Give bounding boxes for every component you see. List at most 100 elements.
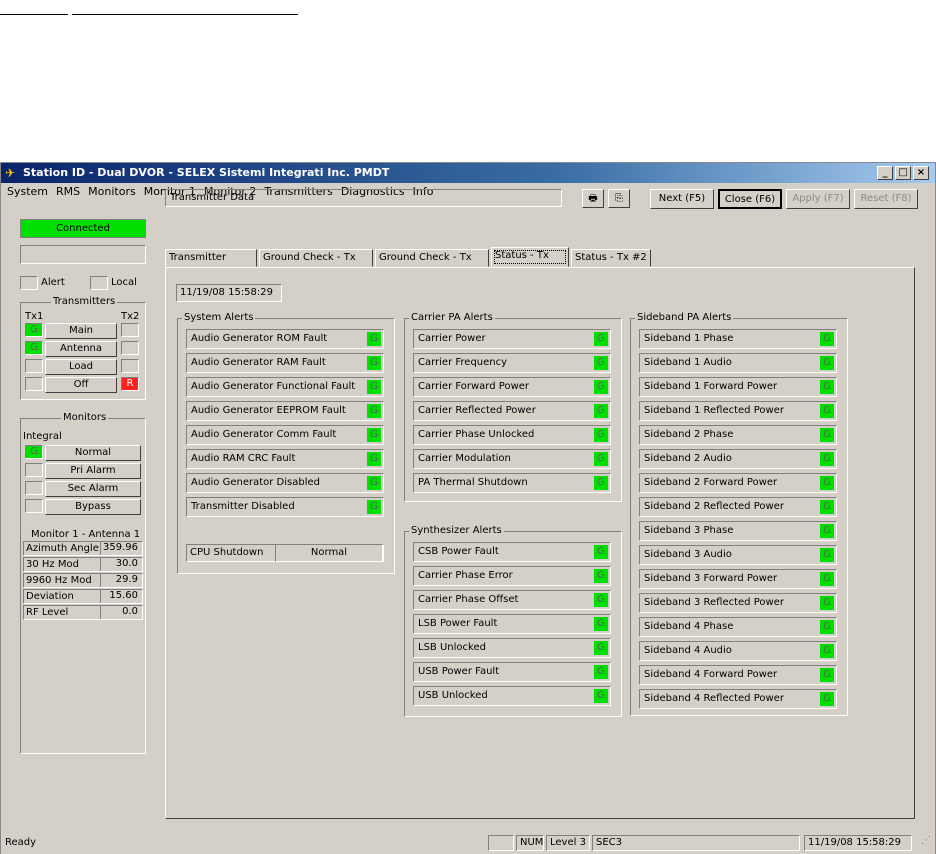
alert-label: Sideband 1 Reflected Power: [644, 405, 784, 416]
tx2-indicator: R: [121, 377, 139, 391]
alert-row: Audio Generator Comm Fault G: [186, 425, 384, 445]
carrier-pa-alerts-group: Carrier PA Alerts Carrier Power G Carrier …: [404, 312, 622, 502]
readout-label: RF Level: [26, 607, 69, 618]
monitor-row-sec-alarm[interactable]: Sec Alarm: [45, 481, 141, 497]
alert-row: Sideband 4 Phase G: [639, 617, 837, 637]
alert-row: Sideband 2 Phase G: [639, 425, 837, 445]
monitor-indicator: [25, 481, 43, 495]
readout-label: Deviation: [26, 591, 74, 602]
alert-label: Sideband 2 Phase: [644, 429, 734, 440]
alert-label: Audio Generator Functional Fault: [191, 381, 356, 392]
alert-row: USB Power Fault G: [413, 662, 611, 682]
tab-transmitter-data[interactable]: Transmitter Data: [165, 249, 257, 279]
alert-row: Carrier Frequency G: [413, 353, 611, 373]
tab-ground-check-tx-1[interactable]: Ground Check - Tx #1: [259, 249, 373, 279]
status-indicator: G: [367, 356, 381, 370]
status-indicator: G: [367, 332, 381, 346]
monitor-row-bypass[interactable]: Bypass: [45, 499, 141, 515]
menu-item-monitors[interactable]: Monitors: [88, 185, 136, 198]
alert-row: Sideband 4 Audio G: [639, 641, 837, 661]
status-indicator: G: [820, 332, 834, 346]
status-indicator: G: [820, 476, 834, 490]
alert-row: Sideband 2 Audio G: [639, 449, 837, 469]
alert-row: Audio Generator EEPROM Fault G: [186, 401, 384, 421]
page-title-field: Transmitter Data: [165, 189, 562, 207]
app-icon: ✈: [5, 166, 16, 180]
next-button[interactable]: Next (F5): [650, 189, 714, 209]
print-button[interactable]: 🖶: [582, 189, 604, 208]
alert-label: Alert: [41, 277, 65, 288]
title-bar[interactable]: ✈ Station ID - Dual DVOR - SELEX Sistemi…: [1, 163, 935, 183]
alert-label: Sideband 2 Forward Power: [644, 477, 778, 488]
status-indicator: G: [820, 404, 834, 418]
resize-grip-icon[interactable]: ⋰: [921, 835, 931, 846]
window-title: Station ID - Dual DVOR - SELEX Sistemi I…: [23, 166, 390, 179]
tab-status-tx-2[interactable]: Status - Tx #2: [571, 249, 651, 267]
alert-row: LSB Unlocked G: [413, 638, 611, 658]
status-indicator: G: [820, 380, 834, 394]
synthesizer-alerts-title: Synthesizer Alerts: [409, 525, 504, 536]
alert-label: Sideband 3 Reflected Power: [644, 597, 784, 608]
tx-row-off[interactable]: Off: [45, 377, 117, 393]
minimize-button[interactable]: _: [877, 166, 893, 180]
alert-label: Sideband 1 Forward Power: [644, 381, 778, 392]
readout-value: 15.60: [100, 590, 140, 603]
alert-row: Audio Generator Functional Fault G: [186, 377, 384, 397]
alert-label: Transmitter Disabled: [191, 501, 295, 512]
reset-button[interactable]: Reset (F8): [854, 189, 918, 209]
top-rule-long: [72, 14, 298, 15]
status-indicator: G: [594, 404, 608, 418]
maximize-button[interactable]: □: [895, 166, 911, 180]
readout-row: Azimuth Angle 359.96: [23, 541, 143, 556]
tx-row-main[interactable]: Main: [45, 323, 117, 339]
alert-label: Carrier Frequency: [418, 357, 508, 368]
status-indicator: G: [594, 380, 608, 394]
status-sec: SEC3: [592, 835, 800, 851]
timestamp-field: 11/19/08 15:58:29: [176, 284, 282, 302]
status-indicator: G: [594, 476, 608, 490]
readout-value: 0.0: [100, 606, 140, 619]
copy-button[interactable]: ⎘: [608, 189, 630, 208]
alert-row: Carrier Phase Error G: [413, 566, 611, 586]
alert-label: Audio Generator ROM Fault: [191, 333, 328, 344]
menu-item-system[interactable]: System: [7, 185, 48, 198]
alert-label: Sideband 3 Phase: [644, 525, 734, 536]
monitors-group: Monitors Integral G Normal Pri Alarm Sec Al…: [20, 412, 146, 754]
status-blank-panel: [488, 835, 514, 851]
app-window: ✈ Station ID - Dual DVOR - SELEX Sistemi…: [0, 162, 936, 854]
transmitters-title: Transmitters: [51, 296, 118, 307]
tx-row-antenna[interactable]: Antenna: [45, 341, 117, 357]
alert-label: Sideband 4 Forward Power: [644, 669, 778, 680]
tab-status-tx-1[interactable]: Status - Tx #1: [491, 247, 569, 277]
close-button[interactable]: Close (F6): [718, 189, 782, 209]
alert-row: Carrier Phase Offset G: [413, 590, 611, 610]
tab-ground-check-tx-2[interactable]: Ground Check - Tx #2: [375, 249, 489, 279]
status-indicator: G: [820, 596, 834, 610]
status-bar: Ready NUM Level 3 SEC3 11/19/08 15:58:29…: [1, 832, 935, 854]
menu-item-rms[interactable]: RMS: [56, 185, 80, 198]
close-window-button[interactable]: ×: [913, 166, 929, 180]
alert-row: Audio Generator Disabled G: [186, 473, 384, 493]
system-alerts-group: System Alerts Audio Generator ROM Fault G…: [177, 312, 395, 574]
status-blank-field: [20, 245, 146, 264]
monitor-row-pri-alarm[interactable]: Pri Alarm: [45, 463, 141, 479]
alert-label: LSB Power Fault: [418, 618, 498, 629]
alert-row: CSB Power Fault G: [413, 542, 611, 562]
alert-row: Carrier Forward Power G: [413, 377, 611, 397]
status-indicator: G: [594, 665, 608, 679]
apply-button[interactable]: Apply (F7): [786, 189, 850, 209]
tx-row-load[interactable]: Load: [45, 359, 117, 375]
alert-row: Audio Generator RAM Fault G: [186, 353, 384, 373]
readout-label: 9960 Hz Mod: [26, 575, 92, 586]
alert-label: Sideband 2 Audio: [644, 453, 732, 464]
monitor-indicator: G: [25, 445, 43, 459]
status-indicator: G: [820, 548, 834, 562]
readout-value: 359.96: [100, 542, 140, 555]
alert-label: Carrier Phase Unlocked: [418, 429, 535, 440]
status-indicator: G: [594, 569, 608, 583]
connection-status: Connected: [20, 219, 146, 238]
status-indicator: G: [367, 428, 381, 442]
transmitters-group: Transmitters Tx1 Tx2 G Main G Antenna Load Of…: [20, 296, 146, 400]
tx2-indicator: [121, 359, 139, 373]
monitor-row-normal[interactable]: Normal: [45, 445, 141, 461]
